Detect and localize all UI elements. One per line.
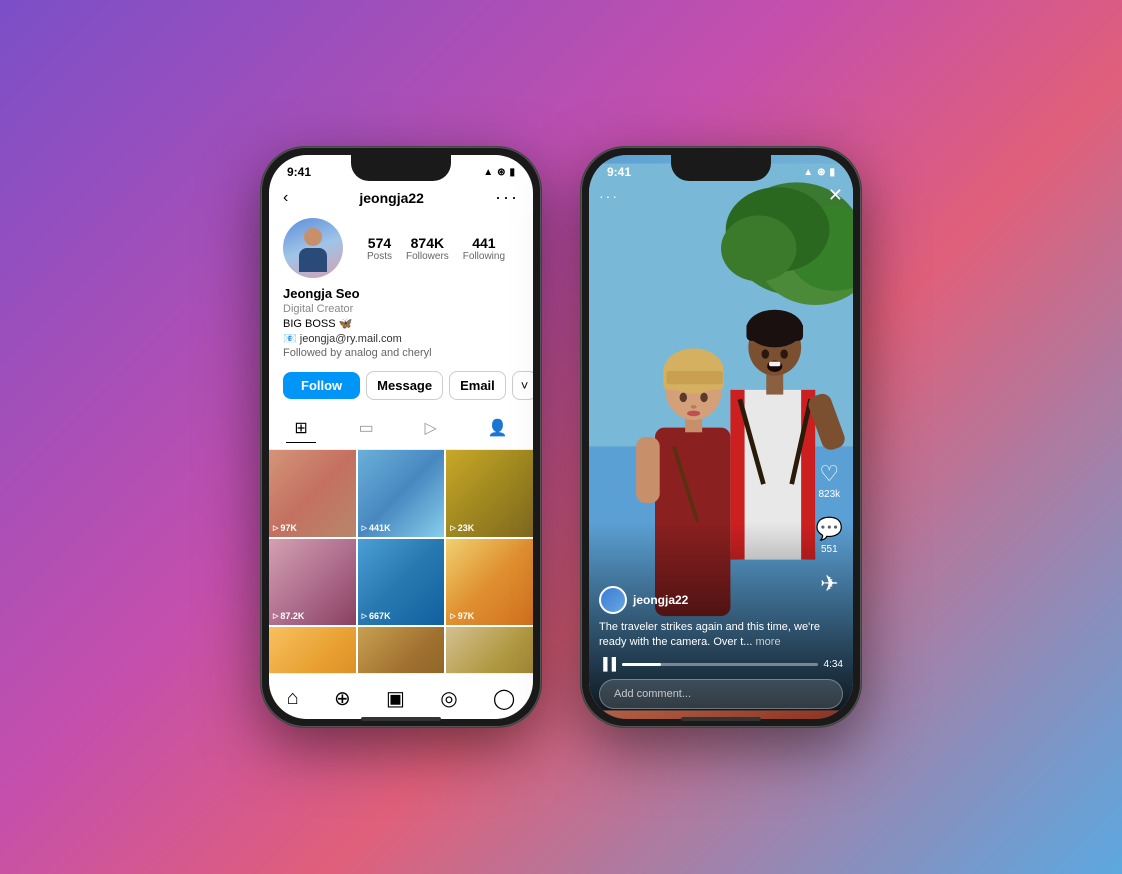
tab-reels[interactable]: ▷ (417, 414, 445, 443)
tab-grid[interactable]: ⊞ (286, 414, 315, 443)
grid-views-5: ▷667K (362, 611, 391, 621)
comment-icon: 💬 (816, 516, 843, 542)
progress-bar[interactable] (622, 663, 818, 666)
grid-views-3: ▷23K (450, 523, 474, 533)
tab-tagged[interactable]: 👤 (480, 414, 516, 443)
home-indicator-1 (361, 717, 441, 721)
profile-screen: 9:41 ▲ ⊛ ▮ ‹ jeongja22 ··· (269, 155, 533, 719)
following-count: 441 (463, 235, 505, 251)
avatar-body (299, 248, 327, 272)
followers-label: Followers (406, 251, 449, 262)
posts-count: 574 (367, 235, 392, 251)
grid-item-5[interactable]: ▷667K (358, 539, 445, 626)
reel-close-button[interactable]: ✕ (828, 185, 843, 206)
email-button[interactable]: Email (449, 371, 506, 400)
nav-profile[interactable]: ◯ (489, 682, 519, 715)
content-tabs: ⊞ ▭ ▷ 👤 (269, 408, 533, 450)
nav-reels[interactable]: ▣ (382, 682, 409, 715)
avatar-head (304, 228, 322, 246)
stat-following: 441 Following (463, 235, 505, 262)
reel-actions: ♡ 823k 💬 551 ✈ (816, 461, 843, 599)
bio-email: 📧 jeongja@ry.mail.com (283, 332, 519, 345)
home-indicator-2 (681, 717, 761, 721)
followers-count: 874K (406, 235, 449, 251)
phone-2: 9:41 ▲ ⊛ ▮ ··· ✕ ♡ 823k 💬 (581, 147, 861, 727)
battery-icon: ▮ (509, 167, 515, 178)
profile-nav: ‹ jeongja22 ··· (269, 183, 533, 214)
signal-icon-2: ▲ (803, 167, 813, 178)
signal-icon: ▲ (483, 167, 493, 178)
reel-avatar (599, 586, 627, 614)
nav-home[interactable]: ⌂ (283, 683, 303, 714)
wifi-icon-2: ⊛ (817, 167, 825, 178)
bio-role: Digital Creator (283, 303, 519, 315)
video-time: 4:34 (824, 659, 843, 670)
comment-placeholder: Add comment... (614, 688, 691, 700)
more-options-button[interactable]: ··· (495, 187, 519, 208)
comment-input-container[interactable]: Add comment... (599, 679, 843, 709)
avatar-image (283, 218, 343, 278)
time-1: 9:41 (287, 165, 311, 179)
profile-header: 574 Posts 874K Followers 441 Following (269, 214, 533, 286)
avatar (283, 218, 343, 278)
grid-item-2[interactable]: ▷441K (358, 450, 445, 537)
caption-more[interactable]: more (756, 636, 781, 648)
grid-item-6[interactable]: ▷97K (446, 539, 533, 626)
bio-text: BIG BOSS 🦋 (283, 317, 519, 330)
reel-caption: The traveler strikes again and this time… (599, 620, 843, 649)
reel-top-controls: ··· ✕ (599, 185, 843, 206)
reel-user-info: jeongja22 (599, 586, 843, 614)
follow-button[interactable]: Follow (283, 372, 360, 399)
bottom-nav: ⌂ ⊕ ▣ ◎ ◯ (269, 673, 533, 719)
reel-screen: 9:41 ▲ ⊛ ▮ ··· ✕ ♡ 823k 💬 (589, 155, 853, 719)
stats-container: 574 Posts 874K Followers 441 Following (353, 235, 519, 262)
phone-1-screen: 9:41 ▲ ⊛ ▮ ‹ jeongja22 ··· (269, 155, 533, 719)
reel-overlay: jeongja22 The traveler strikes again and… (589, 586, 853, 719)
reel-username: jeongja22 (633, 593, 688, 607)
comment-action[interactable]: 💬 551 (816, 516, 843, 555)
bio-followed-by: Followed by analog and cheryl (283, 347, 519, 359)
caption-text: The traveler strikes again and this time… (599, 621, 820, 647)
grid-item-1[interactable]: ▷97K (269, 450, 356, 537)
nav-shop[interactable]: ◎ (436, 682, 461, 715)
like-count: 823k (818, 489, 840, 500)
profile-username-nav: jeongja22 (359, 190, 424, 206)
grid-views-1: ▷97K (273, 523, 297, 533)
phone-2-screen: 9:41 ▲ ⊛ ▮ ··· ✕ ♡ 823k 💬 (589, 155, 853, 719)
grid-item-4[interactable]: ▷87.2K (269, 539, 356, 626)
profile-bio: Jeongja Seo Digital Creator BIG BOSS 🦋 📧… (269, 286, 533, 367)
status-icons-1: ▲ ⊛ ▮ (483, 167, 515, 178)
play-pause-button[interactable]: ▐▐ (599, 657, 616, 671)
like-action[interactable]: ♡ 823k (818, 461, 840, 500)
stat-followers: 874K Followers (406, 235, 449, 262)
tab-igtv[interactable]: ▭ (351, 414, 382, 443)
avatar-person (296, 228, 330, 278)
grid-views-6: ▷97K (450, 611, 474, 621)
wifi-icon: ⊛ (497, 167, 505, 178)
posts-label: Posts (367, 251, 392, 262)
status-bar-2: 9:41 ▲ ⊛ ▮ (589, 155, 853, 183)
grid-views-4: ▷87.2K (273, 611, 304, 621)
time-2: 9:41 (607, 165, 631, 179)
grid-item-3[interactable]: ▷23K (446, 450, 533, 537)
battery-icon-2: ▮ (829, 167, 835, 178)
status-icons-2: ▲ ⊛ ▮ (803, 167, 835, 178)
action-buttons: Follow Message Email ˅ (269, 367, 533, 408)
more-button[interactable]: ˅ (512, 371, 533, 400)
progress-bar-container: ▐▐ 4:34 (599, 657, 843, 671)
message-button[interactable]: Message (366, 371, 443, 400)
progress-fill (622, 663, 661, 666)
following-label: Following (463, 251, 505, 262)
comment-count: 551 (816, 544, 843, 555)
phone-1: 9:41 ▲ ⊛ ▮ ‹ jeongja22 ··· (261, 147, 541, 727)
reel-more-button[interactable]: ··· (599, 188, 619, 204)
back-button[interactable]: ‹ (283, 189, 288, 207)
nav-search[interactable]: ⊕ (330, 682, 355, 715)
heart-icon: ♡ (818, 461, 840, 487)
notch-1 (351, 155, 451, 181)
grid-views-2: ▷441K (362, 523, 391, 533)
bio-name: Jeongja Seo (283, 286, 519, 301)
stat-posts: 574 Posts (367, 235, 392, 262)
